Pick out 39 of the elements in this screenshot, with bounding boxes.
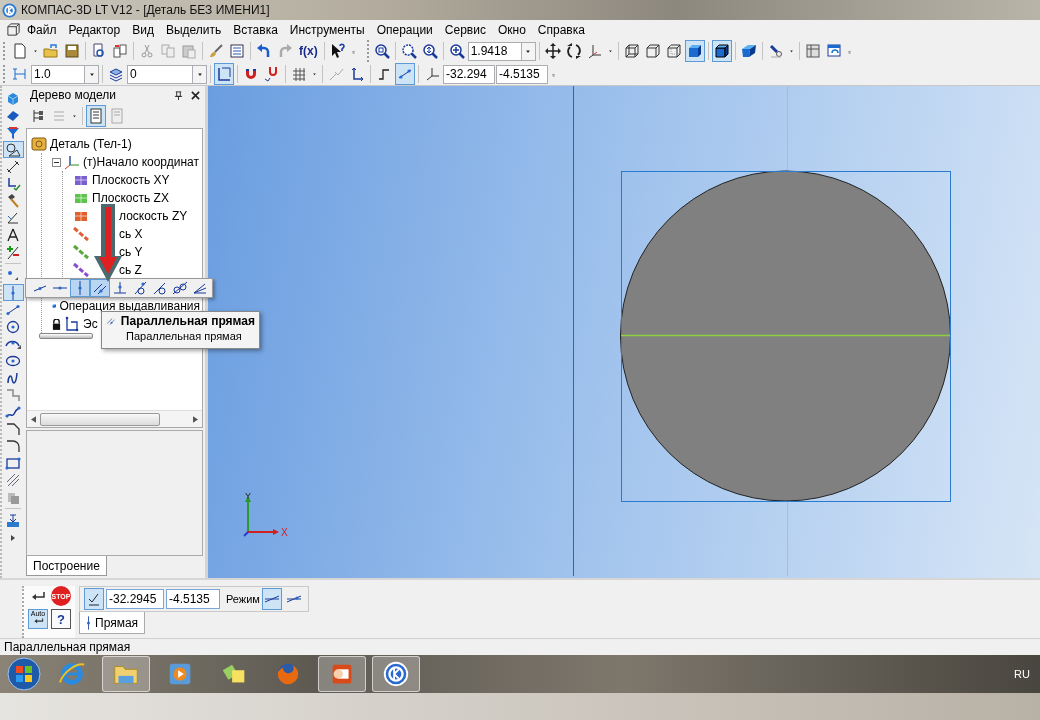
tree-item[interactable]: сь Y	[73, 243, 202, 261]
axis-label: X	[281, 527, 288, 538]
property-tab[interactable]: Прямая	[79, 612, 146, 634]
tree-item[interactable]: Деталь (Тел-1)	[31, 135, 202, 153]
tree-item[interactable]: сь X	[73, 225, 202, 243]
panel-title: Дерево модели	[30, 88, 117, 102]
tree-item[interactable]: Операция выдавливания	[52, 297, 202, 315]
combo-field[interactable]: 1.0	[31, 64, 85, 84]
panel-tab[interactable]: Построение	[26, 556, 107, 576]
tree-item[interactable]: сь Z	[73, 261, 202, 279]
tooltip-title: Параллельная прямая	[120, 314, 255, 328]
coordinate-field[interactable]: -32.2945	[106, 589, 164, 609]
menu-item[interactable]: Редактор	[62, 22, 127, 37]
menu-item[interactable]: Инструменты	[283, 22, 371, 37]
menu-item[interactable]: Справка	[531, 22, 591, 37]
coordinate-field[interactable]: -4.5135	[166, 589, 220, 609]
function-button[interactable]: f(x)	[296, 40, 321, 62]
tree-item[interactable]: Плоскость XY	[73, 171, 202, 189]
window-title: КОМПАС-3D LT V12 - [Деталь БЕЗ ИМЕНИ1]	[21, 3, 270, 17]
tooltip-text: Параллельная прямая	[125, 330, 243, 342]
menu-item[interactable]: Вставка	[227, 22, 284, 37]
coordinate-field[interactable]: -4.5135	[496, 64, 548, 84]
menu-item[interactable]: Операции	[370, 22, 439, 37]
tree-item[interactable]: Плоскость ZX	[73, 189, 202, 207]
mode-label: Режим	[226, 593, 260, 605]
axis-label: Y	[245, 491, 251, 501]
menu-item[interactable]: Файл	[21, 22, 63, 37]
combo-field[interactable]: 0	[127, 64, 193, 84]
tree-item[interactable]: (т)Начало координат	[52, 153, 202, 171]
coordinate-field[interactable]: -32.294	[443, 64, 495, 84]
menu-item[interactable]: Сервис	[438, 22, 492, 37]
menu-item[interactable]: Окно	[491, 22, 532, 37]
combo-field[interactable]: 1.9418	[467, 41, 522, 61]
tree-item[interactable]: лоскость ZY	[73, 207, 202, 225]
language-indicator[interactable]: RU	[1014, 668, 1030, 680]
menu-item[interactable]: Вид	[126, 22, 160, 37]
menu-item[interactable]: Выделить	[159, 22, 228, 37]
status-text: Параллельная прямая	[4, 640, 131, 654]
help-cursor-button[interactable]: ?	[51, 609, 71, 629]
